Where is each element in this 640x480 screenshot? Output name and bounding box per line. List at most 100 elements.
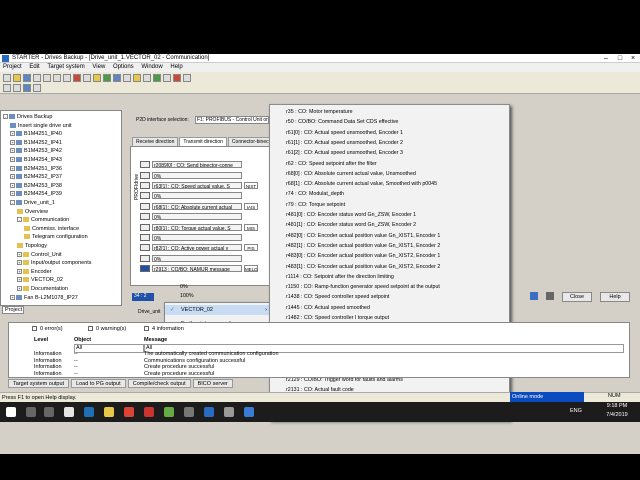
menu-edit[interactable]: Edit: [26, 63, 42, 71]
expand-toggle[interactable]: +: [17, 260, 22, 266]
tree-item[interactable]: + B2M4252_IP37: [10, 173, 62, 181]
table-row[interactable]: Information -- Create procedure successful: [34, 371, 626, 378]
expand-toggle[interactable]: +: [10, 294, 15, 300]
errors-checkbox[interactable]: [32, 326, 37, 331]
chrome-icon[interactable]: [124, 407, 134, 417]
expand-toggle[interactable]: +: [17, 268, 22, 274]
close-button[interactable]: Close: [562, 292, 592, 302]
slot-value[interactable]: 0%: [152, 233, 242, 241]
tree-item[interactable]: + B1M4253_IP42: [10, 147, 62, 155]
interconnection-item[interactable]: r50 : CO/BO: Command Data Set CDS effect…: [270, 117, 509, 127]
menu-view[interactable]: View: [89, 63, 108, 71]
tab-receive-direction[interactable]: Receive direction: [132, 137, 179, 146]
app-icon-2[interactable]: [184, 407, 194, 417]
search-icon[interactable]: [26, 407, 36, 417]
app-icon-1[interactable]: [164, 407, 174, 417]
tree-item[interactable]: Telegram configuration: [24, 233, 88, 241]
expand-toggle[interactable]: +: [17, 277, 22, 283]
table-row[interactable]: Information -- Create procedure successful: [34, 364, 626, 371]
send-word-slot[interactable]: 0%: [140, 192, 268, 200]
submenu-item-vector02[interactable]: ✓ VECTOR_02 ›: [165, 305, 271, 315]
tree-item[interactable]: - Communication: [17, 216, 69, 224]
interconnection-item[interactable]: r1114 : CO: Setpoint after the direction…: [270, 272, 509, 282]
edge-icon[interactable]: [84, 407, 94, 417]
starter-taskbar-icon[interactable]: [244, 407, 254, 417]
tree-item[interactable]: + B1M4254_IP43: [10, 156, 62, 164]
tree-item[interactable]: Topology: [17, 242, 47, 250]
undo-icon[interactable]: [83, 74, 91, 82]
interconnection-item[interactable]: r35 : CO: Motor temperature: [270, 107, 509, 117]
stop-icon[interactable]: [173, 74, 181, 82]
expand-toggle[interactable]: -: [3, 114, 8, 120]
upload-icon[interactable]: [123, 74, 131, 82]
app-icon-4[interactable]: [224, 407, 234, 417]
send-word-slot[interactable]: r2089[0] : CO: Send binector-conne: [140, 161, 268, 169]
interconnection-item[interactable]: r483[0] : CO: Encoder actual position va…: [270, 251, 509, 261]
slot-value[interactable]: 0%: [152, 171, 242, 179]
expand-toggle[interactable]: -: [17, 217, 22, 223]
interconnection-item[interactable]: r62 : CO: Speed setpoint after the filte…: [270, 159, 509, 169]
expand-toggle[interactable]: +: [10, 148, 15, 154]
tree-item[interactable]: Commiss. interface: [24, 225, 79, 233]
column-header[interactable]: Level: [34, 337, 48, 344]
tree-item[interactable]: + B1M4252_IP41: [10, 139, 62, 147]
expand-toggle[interactable]: +: [10, 139, 15, 145]
tab-transmit-direction[interactable]: Transmit direction: [179, 137, 227, 146]
send-word-slot[interactable]: r68[1] : CO: Absolute current actual IAIS: [140, 202, 268, 211]
expand-toggle[interactable]: +: [17, 286, 22, 292]
column-header[interactable]: Object: [74, 337, 91, 344]
menu-project[interactable]: Project: [0, 63, 25, 71]
interconnection-item[interactable]: r1150 : CO: Ramp-function generator spee…: [270, 282, 509, 292]
expand-toggle[interactable]: +: [10, 157, 15, 163]
settings-icon[interactable]: [530, 292, 538, 300]
send-word-slot[interactable]: 0%: [140, 213, 268, 221]
interconnection-item[interactable]: r61[1] : CO: Actual speed unsmoothed, En…: [270, 138, 509, 148]
tree-item[interactable]: Insert single drive unit: [10, 122, 72, 130]
tree-item[interactable]: - Drive_unit_1: [10, 199, 55, 207]
connect-icon[interactable]: [103, 74, 111, 82]
compile-icon[interactable]: [93, 74, 101, 82]
help-icon[interactable]: [183, 74, 191, 82]
store-icon[interactable]: [64, 407, 74, 417]
interconnection-item[interactable]: r61[0] : CO: Actual speed unsmoothed, En…: [270, 128, 509, 138]
menu-target-system[interactable]: Target system: [44, 63, 87, 71]
cut-icon[interactable]: [43, 74, 51, 82]
slot-value[interactable]: r2913 : CO/BO: NAMUR message: [152, 265, 242, 273]
column-header[interactable]: Message: [144, 337, 167, 344]
warnings-checkbox[interactable]: [88, 326, 93, 331]
tool-c-icon[interactable]: [23, 84, 31, 92]
send-word-slot[interactable]: r80[1] : CO: Torque actual value, S MIS: [140, 223, 268, 231]
send-word-slot[interactable]: r63[1] : CO: Speed actual value, S NIST: [140, 181, 268, 190]
slot-value[interactable]: r80[1] : CO: Torque actual value, S: [152, 223, 242, 231]
tab-load-to-pg-output[interactable]: Load to PG output: [71, 379, 126, 388]
opera-icon[interactable]: [144, 407, 154, 417]
tree-item[interactable]: + Fan B-L2M1078_IP27: [10, 294, 78, 302]
file-explorer-icon[interactable]: [104, 407, 114, 417]
expand-toggle[interactable]: +: [10, 191, 15, 197]
interconnection-item[interactable]: r483[1] : CO: Encoder actual position va…: [270, 262, 509, 272]
tree-item[interactable]: + B2M4253_IP38: [10, 182, 62, 190]
ram-to-rom-icon[interactable]: [133, 74, 141, 82]
tool-d-icon[interactable]: [33, 84, 41, 92]
trace-icon[interactable]: [163, 74, 171, 82]
menu-options[interactable]: Options: [110, 63, 137, 71]
slot-value[interactable]: r63[1] : CO: Speed actual value, S: [152, 181, 242, 189]
tab-project[interactable]: Project: [2, 306, 24, 314]
interconnection-item[interactable]: r482[0] : CO: Encoder actual position va…: [270, 231, 509, 241]
tree-item[interactable]: + Encoder: [17, 268, 52, 276]
tree-item[interactable]: - Drives Backup: [3, 113, 52, 121]
slot-value[interactable]: r82[1] : CO: Active power actual v: [152, 244, 242, 252]
interconnection-item[interactable]: r68[0] : CO: Absolute current actual val…: [270, 169, 509, 179]
new-icon[interactable]: [3, 74, 11, 82]
copy-icon[interactable]: [53, 74, 61, 82]
interconnection-item[interactable]: r74 : CO: Modulat_depth: [270, 189, 509, 199]
close-icon[interactable]: ×: [627, 54, 639, 63]
tree-item[interactable]: + VECTOR_02: [17, 276, 63, 284]
send-word-slot[interactable]: r2913 : CO/BO: NAMUR message MELD: [140, 265, 268, 273]
send-word-slot[interactable]: 0%: [140, 171, 268, 179]
expand-toggle[interactable]: +: [10, 165, 15, 171]
minimize-icon[interactable]: –: [600, 54, 612, 63]
interconnection-item[interactable]: r481[1] : CO: Encoder status word Gn_ZSW…: [270, 220, 509, 230]
menu-window[interactable]: Window: [138, 63, 165, 71]
tree-item[interactable]: Overview: [17, 208, 48, 216]
